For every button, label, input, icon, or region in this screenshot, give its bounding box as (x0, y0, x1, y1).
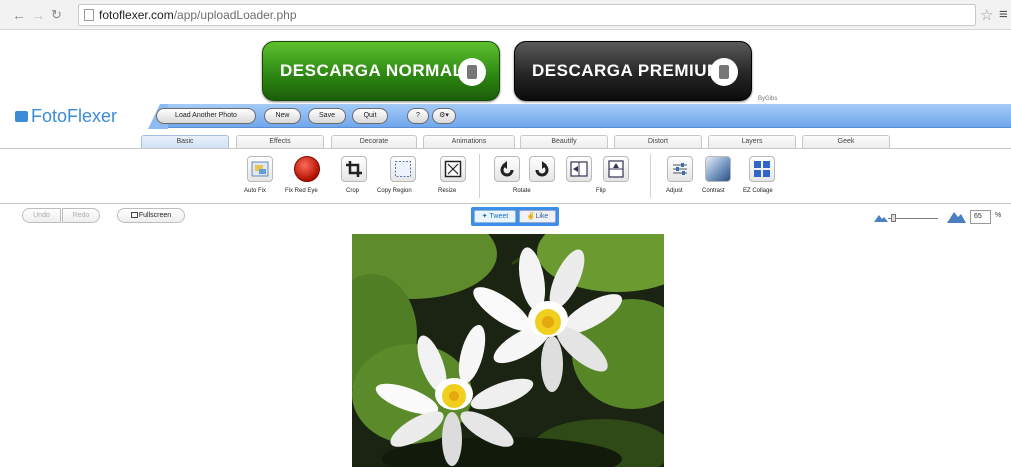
crop-tool[interactable] (341, 156, 367, 182)
reload-icon[interactable]: ↻ (51, 7, 62, 23)
page-icon (84, 9, 94, 21)
fix-red-eye-label: Fix Red Eye (285, 188, 318, 194)
crop-icon (346, 161, 362, 177)
copy-region-label: Copy Region (377, 188, 412, 194)
water-lily-photo (352, 234, 664, 467)
copy-region-icon (395, 161, 411, 177)
ez-collage-tool[interactable] (749, 156, 775, 182)
tab-animations[interactable]: Animations (423, 135, 515, 149)
undo-button[interactable]: Undo (22, 208, 61, 223)
fix-red-eye-tool[interactable] (294, 156, 320, 182)
tab-beautify[interactable]: Beautify (520, 135, 608, 149)
zoom-percent-sign: % (995, 212, 1002, 219)
tab-decorate[interactable]: Decorate (331, 135, 417, 149)
tweet-label: Tweet (489, 213, 509, 220)
resize-label: Resize (438, 188, 457, 194)
tab-geek[interactable]: Geek (802, 135, 890, 149)
resize-tool[interactable] (440, 156, 466, 182)
load-another-photo-button[interactable]: Load Another Photo (156, 108, 256, 124)
redo-button[interactable]: Redo (62, 208, 100, 223)
fullscreen-label: Fullscreen (138, 212, 172, 219)
descarga-normal-button[interactable]: DESCARGA NORMAL (262, 41, 500, 101)
camera-icon (15, 111, 28, 122)
descarga-premium-label: DESCARGA PREMIUM (532, 61, 722, 80)
ad-credit: ByGibs (758, 96, 778, 102)
help-button[interactable]: ? (407, 108, 429, 124)
app-logo[interactable]: FotoFlexer (15, 105, 117, 127)
url-host: fotoflexer.com (99, 8, 174, 22)
adjust-sliders-icon (673, 163, 687, 175)
flip-vertical-tool[interactable] (603, 156, 629, 182)
fullscreen-icon (130, 212, 138, 218)
tab-distort[interactable]: Distort (614, 135, 702, 149)
contrast-tool[interactable] (705, 156, 731, 182)
save-button[interactable]: Save (308, 108, 346, 124)
toolbar-divider (650, 154, 651, 198)
toolbar-divider (479, 154, 480, 198)
tab-basic[interactable]: Basic (141, 135, 229, 149)
crop-label: Crop (346, 188, 360, 194)
url-path: /app/uploadLoader.php (173, 8, 297, 22)
rotate-right-tool[interactable] (529, 156, 555, 182)
download-icon (458, 58, 486, 86)
adjust-label: Adjust (666, 188, 683, 194)
adjust-tool[interactable] (667, 156, 693, 182)
copy-region-tool[interactable] (390, 156, 416, 182)
contrast-label: Contrast (702, 188, 725, 194)
tweet-button[interactable]: ✦ Tweet (474, 210, 516, 223)
download-icon (710, 58, 738, 86)
flip-label: Flip (596, 188, 606, 194)
rotate-right-icon (535, 161, 549, 177)
menu-icon[interactable]: ≡ (999, 6, 1008, 23)
like-label: Like (535, 213, 549, 220)
zoom-in-icon[interactable] (947, 209, 966, 223)
flip-horizontal-icon (570, 161, 588, 177)
zoom-value-field[interactable]: 65 (970, 210, 991, 224)
bookmark-star-icon[interactable]: ☆ (980, 6, 993, 24)
quit-button[interactable]: Quit (352, 108, 388, 124)
tab-layers[interactable]: Layers (708, 135, 796, 149)
tab-effects[interactable]: Effects (236, 135, 324, 149)
back-icon[interactable]: ← (12, 7, 26, 23)
fullscreen-button[interactable]: Fullscreen (117, 208, 185, 223)
auto-fix-label: Auto Fix (244, 188, 267, 194)
auto-fix-icon (251, 161, 269, 177)
collage-grid-icon (754, 161, 770, 177)
rotate-label: Rotate (513, 188, 531, 194)
descarga-premium-button[interactable]: DESCARGA PREMIUM (514, 41, 752, 101)
ez-collage-label: EZ Collage (743, 188, 773, 194)
rotate-left-tool[interactable] (494, 156, 520, 182)
logo-text: FotoFlexer (31, 106, 118, 126)
flip-horizontal-tool[interactable] (566, 156, 592, 182)
descarga-normal-label: DESCARGA NORMAL (280, 61, 464, 80)
like-button[interactable]: ✌Like (519, 210, 556, 223)
flip-vertical-icon (608, 160, 624, 178)
rotate-left-icon (500, 161, 514, 177)
settings-button[interactable]: ⚙▾ (432, 108, 456, 124)
auto-fix-tool[interactable] (247, 156, 273, 182)
address-bar[interactable]: fotoflexer.com/app/uploadLoader.php (78, 4, 976, 26)
zoom-out-icon[interactable] (874, 212, 888, 222)
new-button[interactable]: New (264, 108, 301, 124)
zoom-slider-thumb[interactable] (891, 214, 896, 222)
photo-canvas[interactable] (352, 234, 664, 467)
bird-icon: ✦ (481, 213, 488, 220)
forward-icon[interactable]: → (31, 7, 45, 23)
resize-icon (444, 160, 462, 178)
